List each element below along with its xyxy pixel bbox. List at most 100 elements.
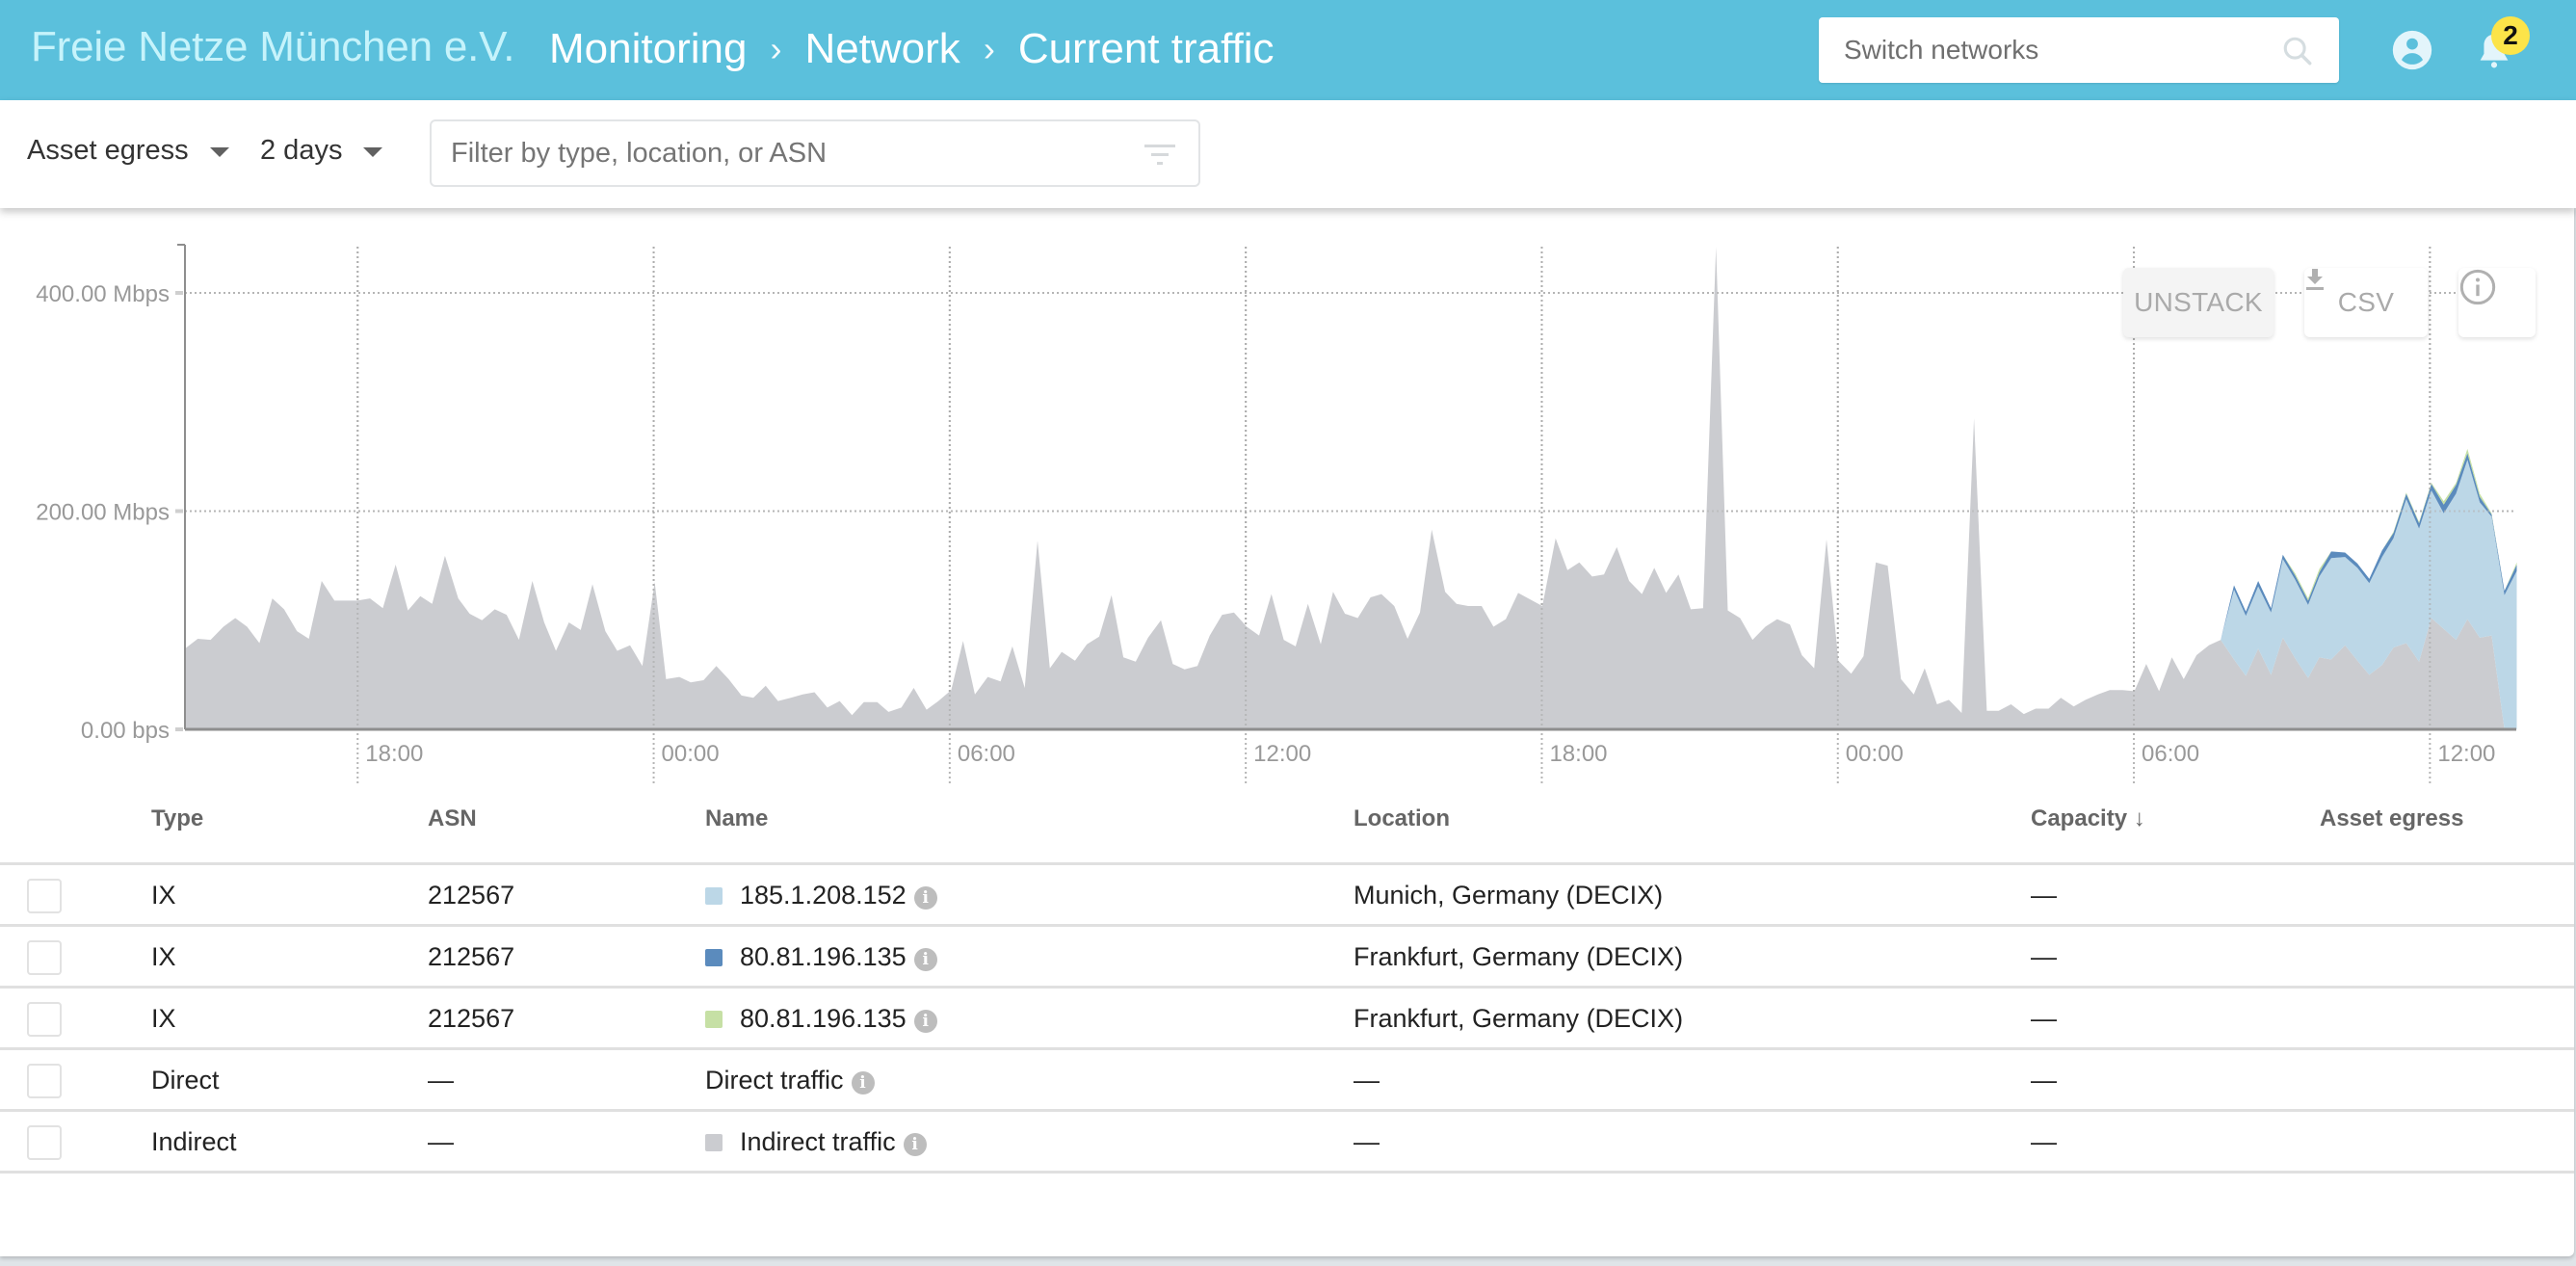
breadcrumb-network[interactable]: Network (804, 25, 959, 73)
row-checkbox[interactable] (27, 879, 62, 913)
cell-type: IX (151, 1004, 176, 1033)
csv-label: CSV (2337, 287, 2395, 317)
account-icon[interactable] (2391, 29, 2433, 71)
cell-capacity: — (2031, 942, 2057, 971)
series-color-swatch (705, 949, 723, 966)
column-header-asn[interactable]: ASN (428, 805, 477, 832)
cell-name: Indirect traffic i (705, 1127, 927, 1157)
table-body: IX 212567 185.1.208.152 i Munich, Germany (D… (0, 865, 2574, 1174)
table-row[interactable]: Indirect — Indirect traffic i — — (0, 1112, 2574, 1174)
filter-input[interactable] (451, 121, 1125, 185)
column-header-name[interactable]: Name (705, 805, 768, 832)
name-text: Indirect traffic (740, 1127, 896, 1156)
cell-name: 185.1.208.152 i (705, 881, 937, 910)
info-icon[interactable]: i (913, 948, 937, 971)
y-tick-label: 400.00 Mbps (36, 281, 170, 307)
cell-capacity: — (2031, 1004, 2057, 1033)
name-text: 80.81.196.135 (740, 942, 907, 971)
x-tick-label: 18:00 (1549, 741, 1607, 767)
caret-down-icon (209, 146, 229, 157)
series-color-swatch (705, 1011, 723, 1028)
breadcrumb-monitoring[interactable]: Monitoring (549, 25, 747, 73)
table-row[interactable]: IX 212567 185.1.208.152 i Munich, Germany (D… (0, 865, 2574, 927)
series-color-swatch (705, 887, 723, 905)
switch-networks-input[interactable] (1844, 17, 2248, 83)
time-range-value: 2 days (260, 135, 343, 166)
breadcrumb: Monitoring › Network › Current traffic (549, 25, 1275, 73)
name-text: 80.81.196.135 (740, 1004, 907, 1033)
chevron-right-icon: › (770, 29, 782, 68)
series-color-swatch (705, 1134, 723, 1151)
switch-networks-search (1819, 17, 2339, 83)
table-row[interactable]: IX 212567 80.81.196.135 i Frankfurt, Germany… (0, 927, 2574, 989)
time-range-dropdown[interactable]: 2 days (260, 135, 383, 167)
row-checkbox[interactable] (27, 940, 62, 975)
row-checkbox[interactable] (27, 1002, 62, 1037)
breadcrumb-current-traffic: Current traffic (1017, 25, 1275, 72)
traffic-chart: 0.00 bps 200.00 Mbps 400.00 Mbps 18:00 00:00… (0, 208, 2574, 786)
info-icon (2459, 269, 2496, 305)
table-row[interactable]: Direct — Direct traffic i — — (0, 1050, 2574, 1112)
x-tick-label: 12:00 (2437, 741, 2495, 767)
cell-location: Munich, Germany (DECIX) (1354, 881, 1664, 910)
sort-descending-icon: ↓ (2133, 805, 2145, 831)
y-tick-label: 200.00 Mbps (36, 500, 170, 526)
cell-asn: 212567 (428, 942, 515, 971)
search-icon (2283, 37, 2312, 66)
cell-location: Frankfurt, Germany (DECIX) (1354, 1004, 1684, 1033)
filter-field (430, 119, 1200, 187)
x-tick-label: 06:00 (2142, 741, 2199, 767)
column-header-asset-egress[interactable]: Asset egress (2320, 805, 2463, 832)
metric-dropdown-value: Asset egress (27, 135, 189, 166)
cell-capacity: — (2031, 1127, 2057, 1156)
traffic-panel: 0.00 bps 200.00 Mbps 400.00 Mbps 18:00 00:00… (0, 208, 2574, 1256)
cell-name: 80.81.196.135 i (705, 942, 937, 972)
cell-location: — (1354, 1127, 1380, 1156)
table-row[interactable]: IX 212567 80.81.196.135 i Frankfurt, Germany… (0, 989, 2574, 1050)
row-checkbox[interactable] (27, 1064, 62, 1098)
cell-asn: — (428, 1066, 454, 1095)
info-icon[interactable]: i (913, 886, 937, 910)
info-icon[interactable]: i (913, 1010, 937, 1033)
org-name[interactable]: Freie Netze München e.V. (31, 23, 514, 71)
chart-info-button[interactable] (2458, 268, 2536, 337)
cell-capacity: — (2031, 881, 2057, 910)
app-header: Freie Netze München e.V. Monitoring › Ne… (0, 0, 2576, 100)
x-tick-label: 12:00 (1253, 741, 1311, 767)
unstack-button[interactable]: UNSTACK (2123, 268, 2274, 337)
x-tick-label: 06:00 (958, 741, 1015, 767)
cell-location: — (1354, 1066, 1380, 1095)
cell-asn: 212567 (428, 1004, 515, 1033)
cell-name: 80.81.196.135 i (705, 1004, 937, 1034)
x-tick-label: 00:00 (1846, 741, 1904, 767)
cell-asn: 212567 (428, 881, 515, 910)
row-checkbox[interactable] (27, 1125, 62, 1160)
cell-type: Direct (151, 1066, 220, 1095)
column-header-capacity[interactable]: Capacity ↓ (2031, 805, 2145, 832)
capacity-label: Capacity (2031, 805, 2128, 831)
filter-icon[interactable] (1143, 141, 1177, 168)
cell-asn: — (428, 1127, 454, 1156)
download-icon (2306, 269, 2324, 290)
name-text: Direct traffic (705, 1066, 844, 1095)
info-icon[interactable]: i (851, 1071, 875, 1095)
cell-type: IX (151, 942, 176, 971)
cell-type: IX (151, 881, 176, 910)
x-tick-label: 00:00 (662, 741, 720, 767)
caret-down-icon (363, 146, 383, 157)
name-text: 185.1.208.152 (740, 881, 907, 910)
notification-count-badge: 2 (2491, 16, 2530, 55)
column-header-location[interactable]: Location (1354, 805, 1450, 832)
interfaces-table: Type ASN Name Location Capacity ↓ Asset … (0, 786, 2574, 1174)
filter-toolbar: Asset egress 2 days (0, 100, 2576, 208)
column-header-type[interactable]: Type (151, 805, 203, 832)
metric-dropdown[interactable]: Asset egress (27, 135, 229, 167)
download-csv-button[interactable]: CSV (2304, 268, 2428, 337)
y-tick-label: 0.00 bps (81, 718, 170, 744)
x-tick-label: 18:00 (365, 741, 423, 767)
table-header: Type ASN Name Location Capacity ↓ Asset … (0, 786, 2574, 865)
info-icon[interactable]: i (903, 1133, 927, 1156)
cell-type: Indirect (151, 1127, 237, 1156)
cell-capacity: — (2031, 1066, 2057, 1095)
cell-location: Frankfurt, Germany (DECIX) (1354, 942, 1684, 971)
